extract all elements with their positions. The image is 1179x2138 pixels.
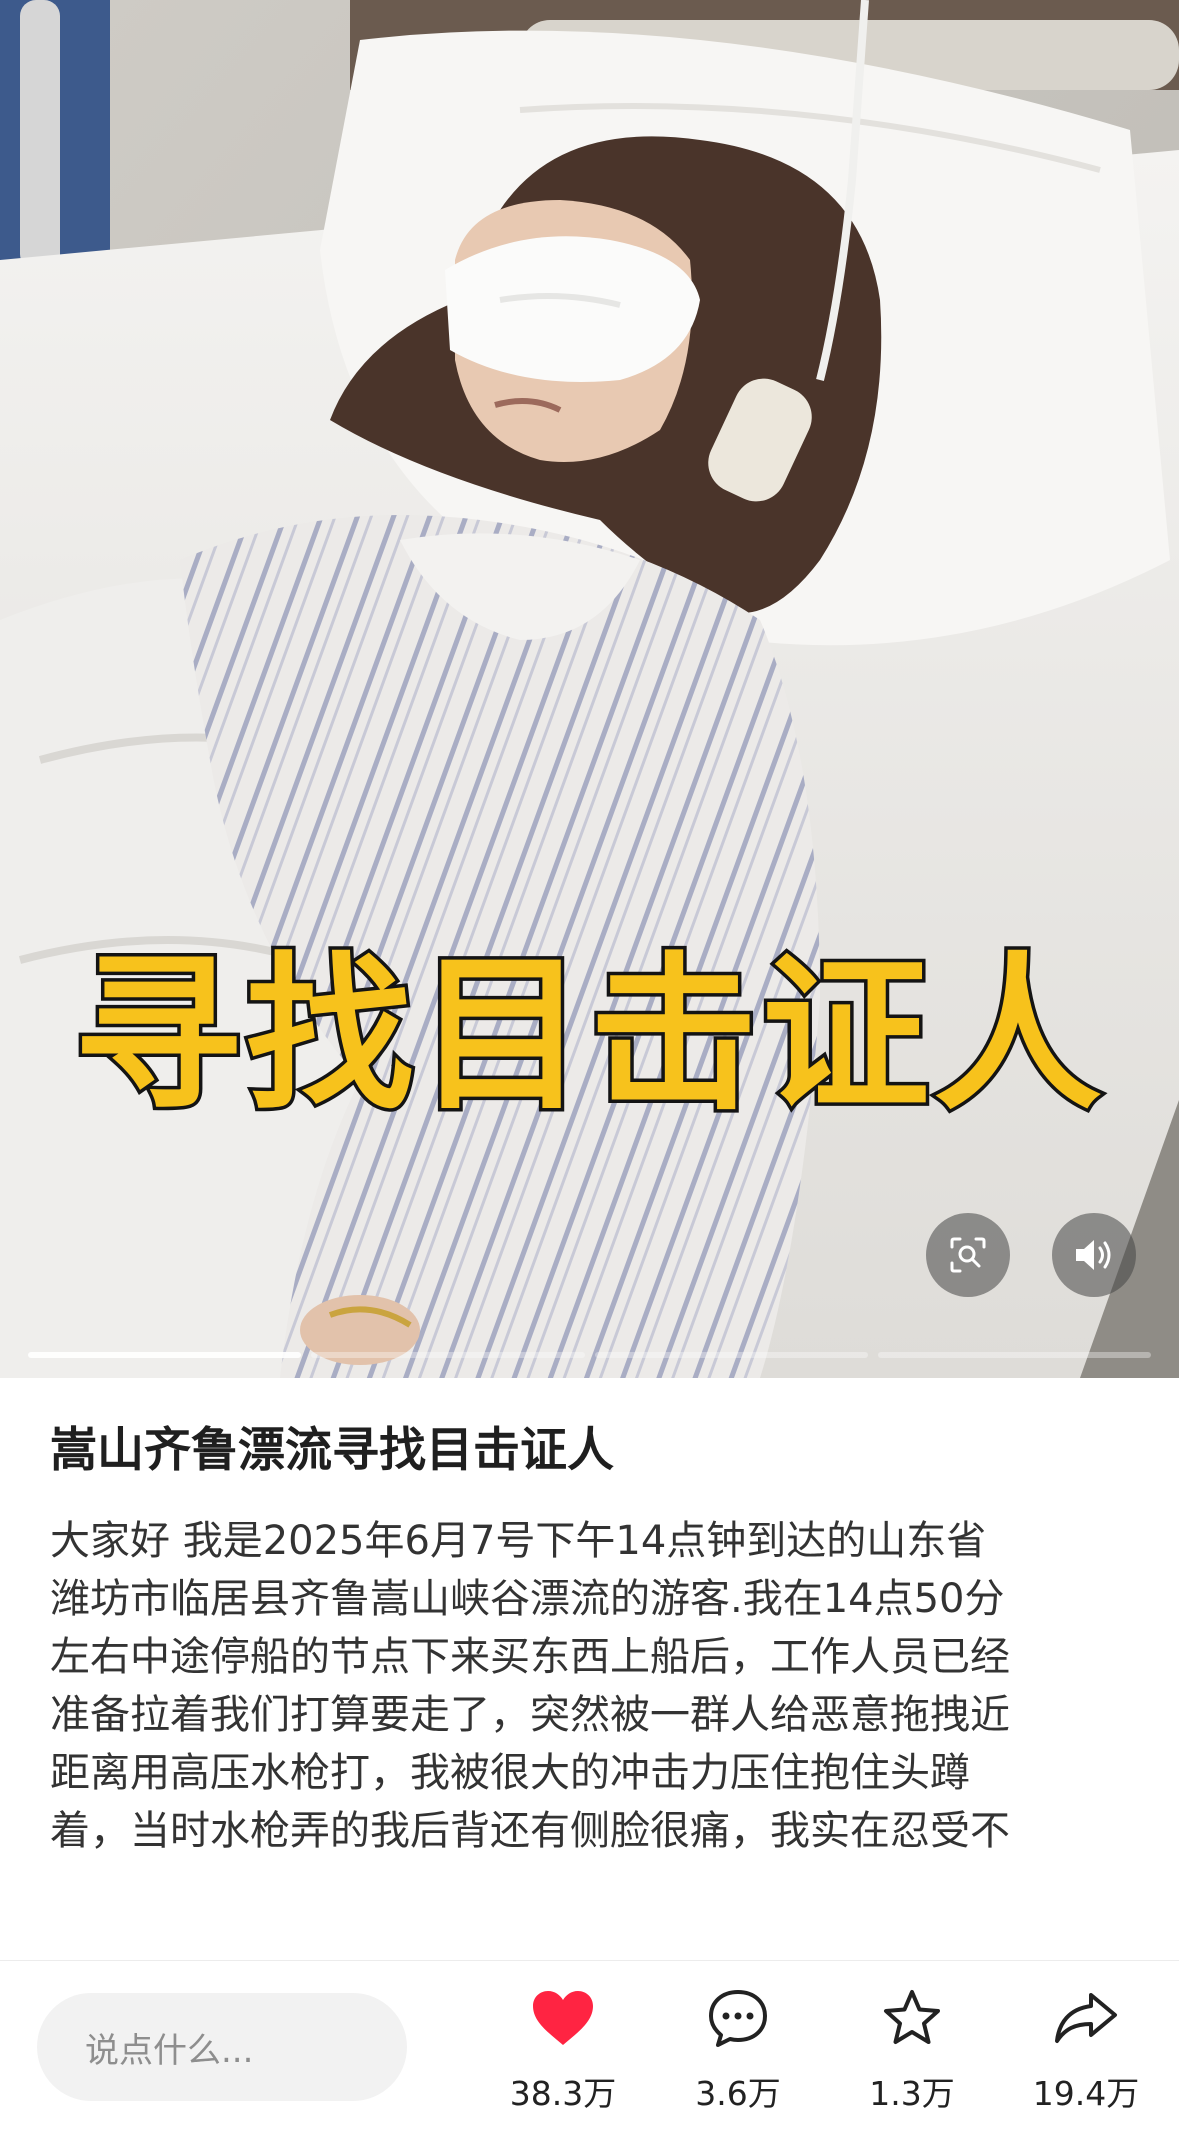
progress-segment [311,1352,585,1358]
overlay-caption: 寻找目击证人 [70,934,1106,1137]
favorite-button[interactable]: 1.3万 [842,1983,982,2115]
heart-icon [533,1991,593,2045]
share-arrow-icon [1055,1993,1117,2043]
favorite-count: 1.3万 [869,2074,955,2113]
like-button[interactable]: 38.3万 [493,1983,633,2115]
progress-segment [28,1352,302,1358]
speaker-icon[interactable] [1052,1213,1136,1297]
comment-button[interactable]: 3.6万 [668,1983,808,2115]
post-body-line: 潍坊市临居县齐鲁嵩山峡谷漂流的游客.我在14点50分 [50,1576,1005,1622]
comment-count: 3.6万 [695,2074,781,2113]
post-body-line: 准备拉着我们打算要走了，突然被一群人给恶意拖拽近 [50,1692,1010,1738]
progress-segment [877,1352,1151,1358]
carousel-progress [28,1352,1151,1358]
post-image[interactable]: 寻找目击证人 [0,0,1179,1378]
star-icon [884,1990,940,2044]
chat-bubble-icon [709,1990,767,2047]
post-body: 大家好 我是2025年6月7号下午14点钟到达的山东省 潍坊市临居县齐鲁嵩山峡谷… [50,1512,1130,1860]
comment-input[interactable]: 说点什么... [37,1993,407,2101]
bottom-action-bar: 说点什么... 38.3万 3.6万 1.3万 19.4万 [0,1960,1179,2138]
speaker-glyph [1076,1240,1111,1270]
post-body-line: 左右中途停船的节点下来买东西上船后，工作人员已经 [50,1634,1010,1680]
post-body-line: 距离用高压水枪打，我被很大的冲击力压住抱住头蹲 [50,1750,970,1796]
post-body-line: 着，当时水枪弄的我后背还有侧脸很痛，我实在忍受不 [50,1808,1010,1854]
post-detail-page: 寻找目击证人 嵩山齐鲁漂流寻找目击证人 大家好 我是2025年6月7号下午14点… [0,0,1179,2138]
share-button[interactable]: 19.4万 [1016,1983,1156,2115]
post-title: 嵩山齐鲁漂流寻找目击证人 [50,1423,614,1478]
like-count: 38.3万 [509,2074,617,2113]
scan-search-glyph [950,1237,986,1273]
post-body-line: 大家好 我是2025年6月7号下午14点钟到达的山东省 [50,1518,987,1564]
visual-search-icon[interactable] [926,1213,1010,1297]
share-count: 19.4万 [1032,2074,1140,2113]
progress-segment [594,1352,868,1358]
hospital-bed-photo [0,0,1179,1378]
